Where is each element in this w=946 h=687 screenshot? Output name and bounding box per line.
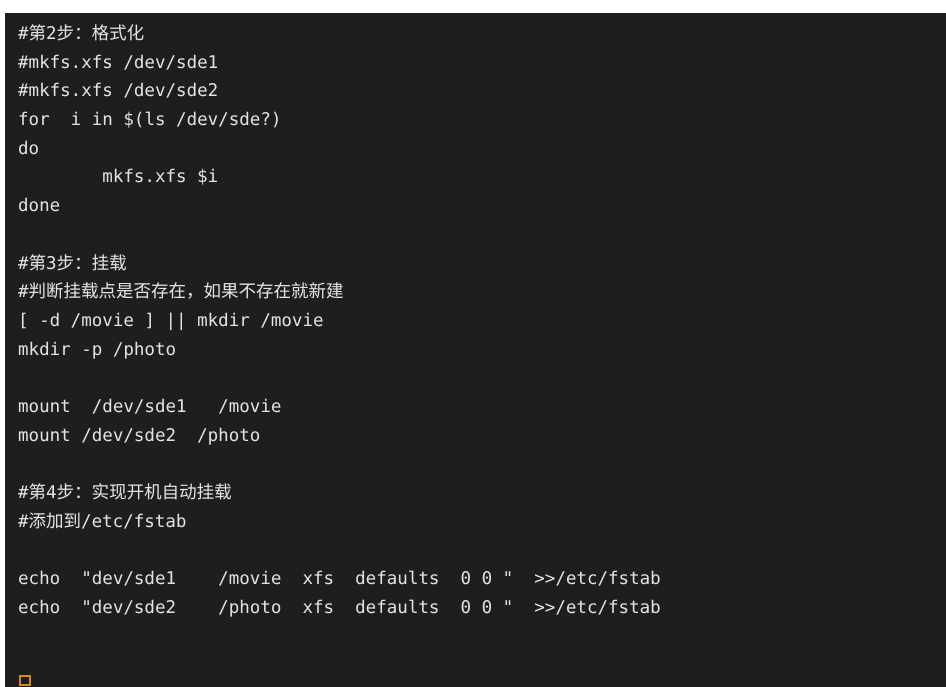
code-lines-container: #第2步：格式化 #mkfs.xfs /dev/sde1 #mkfs.xfs /de… [18,20,946,622]
code-editor-surface[interactable]: #第2步：格式化 #mkfs.xfs /dev/sde1 #mkfs.xfs /de… [5,13,946,687]
code-line[interactable] [18,364,946,393]
code-line[interactable]: mount /dev/sde1 /movie [18,393,946,422]
code-line[interactable]: #添加到/etc/fstab [18,508,946,537]
code-line[interactable]: echo "dev/sde1 /movie xfs defaults 0 0 "… [18,565,946,594]
code-line[interactable]: mkfs.xfs $i [18,163,946,192]
code-line[interactable]: for i in $(ls /dev/sde?) [18,106,946,135]
code-line[interactable]: #mkfs.xfs /dev/sde2 [18,77,946,106]
text-cursor [19,675,31,686]
code-line[interactable] [18,221,946,250]
code-line[interactable]: mount /dev/sde2 /photo [18,422,946,451]
code-line[interactable]: #判断挂载点是否存在，如果不存在就新建 [18,278,946,307]
code-line[interactable]: echo "dev/sde2 /photo xfs defaults 0 0 "… [18,594,946,623]
code-line[interactable]: mkdir -p /photo [18,336,946,365]
screenshot-root: #第2步：格式化 #mkfs.xfs /dev/sde1 #mkfs.xfs /de… [0,0,946,687]
code-line[interactable]: #第2步：格式化 [18,20,946,49]
code-line[interactable]: do [18,135,946,164]
code-line[interactable] [18,536,946,565]
code-line[interactable]: #mkfs.xfs /dev/sde1 [18,49,946,78]
code-line[interactable]: [ -d /movie ] || mkdir /movie [18,307,946,336]
code-line[interactable]: #第4步：实现开机自动挂载 [18,479,946,508]
code-line[interactable]: #第3步：挂载 [18,250,946,279]
code-line[interactable]: done [18,192,946,221]
code-line[interactable] [18,450,946,479]
